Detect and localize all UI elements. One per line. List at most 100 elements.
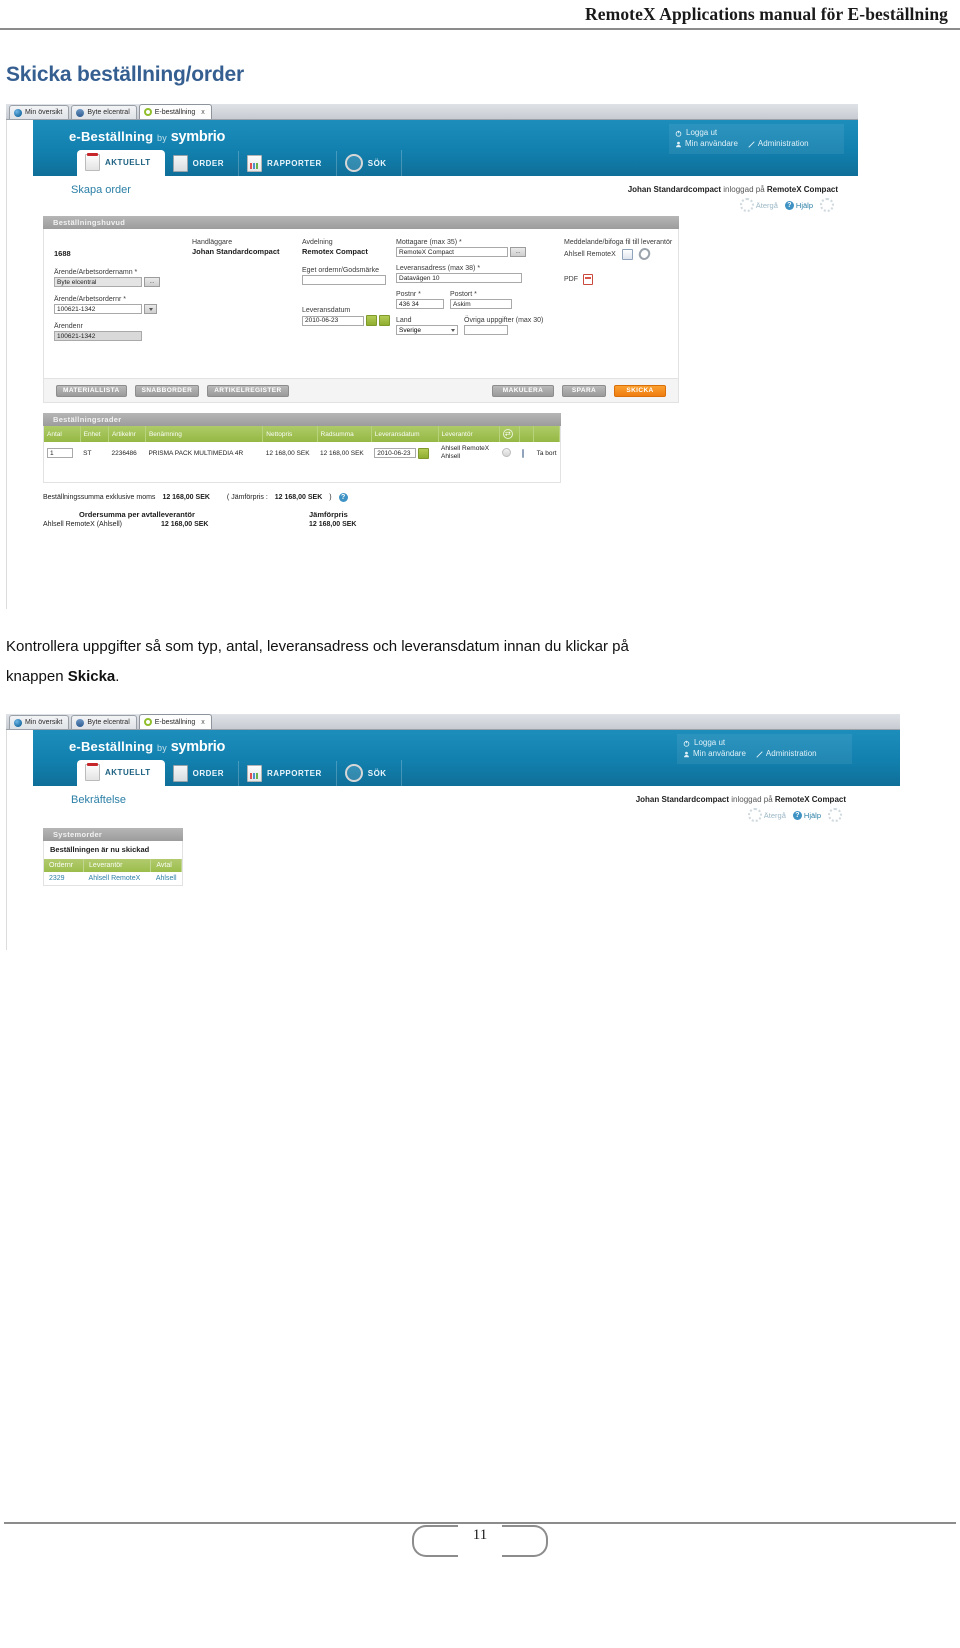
cell-artikelnr[interactable]: 2236486 xyxy=(108,442,146,464)
arendenr-dropdown-button[interactable] xyxy=(144,304,157,314)
cell-avtal[interactable]: Ahlsell xyxy=(150,872,182,885)
arendenr-input[interactable]: 100621-1342 xyxy=(54,304,142,314)
browser-tab-strip: Min översikt Byte elcentral E-beställnin… xyxy=(6,104,858,120)
snabborder-button[interactable]: SNABBORDER xyxy=(134,384,200,397)
help-link[interactable]: ? Hjälp xyxy=(784,200,813,210)
skicka-button[interactable]: SKICKA xyxy=(614,384,666,397)
cell-leverantor[interactable]: Ahlsell RemoteX xyxy=(83,872,151,885)
swap-supplier-icon[interactable]: ⇄ xyxy=(502,429,513,439)
my-users-link[interactable]: Min användare xyxy=(683,748,746,759)
tab-aktuellt[interactable]: AKTUELLT xyxy=(77,760,165,786)
close-icon[interactable]: x xyxy=(201,109,205,116)
help-bar-wrap: Ätergå ? Hjälp xyxy=(33,808,900,822)
antal-input[interactable]: 1 xyxy=(47,448,73,458)
swap-row-icon[interactable] xyxy=(502,447,512,457)
tab-aktuellt[interactable]: AKTUELLT xyxy=(77,150,165,176)
browser-tab-min-oversikt[interactable]: Min översikt xyxy=(9,105,70,119)
postnr-input[interactable]: 436 34 xyxy=(396,299,444,309)
ring-icon xyxy=(143,108,152,116)
logged-in-user: Johan Standardcompact xyxy=(635,795,730,804)
instruction-line-1: Kontrollera uppgifter så som typ, antal,… xyxy=(6,638,629,655)
logged-in-status: Johan Standardcompact inloggad på Remote… xyxy=(628,185,838,194)
browser-tab-label: Min översikt xyxy=(25,719,63,726)
totals-data-row: Ahlsell RemoteX (Ahlsell) 12 168,00 SEK … xyxy=(43,521,603,528)
back-link[interactable]: Ätergå xyxy=(739,198,778,212)
my-users-link[interactable]: Min användare xyxy=(675,138,738,149)
arendenamn-input[interactable]: Byte elcentral xyxy=(54,277,142,287)
systemorder-panel: Systemorder Beställningen är nu skickad … xyxy=(43,828,183,886)
cell-remove[interactable]: Ta bort xyxy=(533,442,560,464)
tab-rapporter[interactable]: RAPPORTER xyxy=(239,151,337,176)
cell-antal: 1 xyxy=(44,442,81,464)
tab-rapporter[interactable]: RAPPORTER xyxy=(239,761,337,786)
ovriga-input[interactable] xyxy=(464,325,508,335)
mottagare-browse-button[interactable]: ... xyxy=(510,247,526,257)
cell-leverantor[interactable]: Ahlsell RemoteX Ahlsell xyxy=(438,442,500,464)
help-label: Hjälp xyxy=(795,200,813,210)
browser-tab-byte-elcentral[interactable]: Byte elcentral xyxy=(71,105,137,119)
arendenr-label: Ärende/Arbetsordernr * xyxy=(54,296,126,303)
browser-tab-e-bestallning[interactable]: E-beställning x xyxy=(138,714,212,729)
help-bar-wrap: Ätergå ? Hjälp xyxy=(33,198,858,212)
question-mark-icon: ? xyxy=(792,810,802,820)
help-link[interactable]: ? Hjälp xyxy=(792,810,821,820)
settings-icon[interactable] xyxy=(820,198,834,212)
leveransdatum-input[interactable]: 2010-06-23 xyxy=(302,315,364,326)
browser-tab-label: E-beställning xyxy=(154,108,196,116)
postort-input[interactable]: Askim xyxy=(450,299,512,309)
paperclip-icon[interactable] xyxy=(636,246,653,262)
date-add-icon[interactable] xyxy=(379,315,390,326)
tab-order[interactable]: ORDER xyxy=(165,151,240,176)
totals-compare-close: ) xyxy=(329,494,332,501)
brand-main: e-Beställning xyxy=(69,129,154,144)
browser-tab-min-oversikt[interactable]: Min översikt xyxy=(9,715,70,729)
logout-row[interactable]: Logga ut xyxy=(683,737,846,748)
makulera-button[interactable]: MAKULERA xyxy=(492,384,554,397)
instruction-prefix: knappen xyxy=(6,668,68,685)
logout-row[interactable]: Logga ut xyxy=(675,127,838,138)
calendar-picker-icon[interactable] xyxy=(418,447,430,459)
arendenr2-input: 100621-1342 xyxy=(54,331,142,341)
tab-label: SÖK xyxy=(367,158,387,168)
cell-nettopris: 12 168,00 SEK xyxy=(262,442,318,464)
tab-sok[interactable]: SÖK xyxy=(337,150,402,176)
clipboard-icon xyxy=(172,155,188,172)
settings-icon[interactable] xyxy=(828,808,842,822)
edit-note-icon[interactable] xyxy=(621,248,633,260)
question-mark-icon[interactable]: ? xyxy=(338,493,348,502)
table-spacer-row xyxy=(44,464,560,482)
leveransadress-input[interactable]: Datavägen 10 xyxy=(396,273,522,283)
back-link[interactable]: Ätergå xyxy=(747,808,786,822)
cell-benamning: PRISMA PACK MULTIMEDIA 4R xyxy=(145,442,263,464)
administration-link[interactable]: Administration xyxy=(748,138,809,149)
app-header: e-Beställning by symbrio Logga ut Min an… xyxy=(33,730,900,786)
tab-order[interactable]: ORDER xyxy=(165,761,240,786)
browser-tab-byte-elcentral[interactable]: Byte elcentral xyxy=(71,715,137,729)
edit-note-icon[interactable] xyxy=(522,448,525,458)
col-icon1 xyxy=(519,426,535,442)
land-select[interactable]: Sverige xyxy=(396,325,458,335)
page-title-bar: Skapa order Johan Standardcompact inlogg… xyxy=(33,176,858,198)
land-label: Land xyxy=(396,317,412,324)
tab-sok[interactable]: SÖK xyxy=(337,760,402,786)
calendar-picker-icon[interactable] xyxy=(366,315,377,326)
artikelregister-button[interactable]: ARTIKELREGISTER xyxy=(207,384,289,397)
order-lines-table-wrap: Antal Enhet Artikelnr Benämning Nettopri… xyxy=(43,426,561,483)
close-icon[interactable]: x xyxy=(201,719,205,726)
eget-ordernr-input[interactable] xyxy=(302,275,386,285)
footer-divider xyxy=(4,1522,956,1524)
user-links-row: Min användare Administration xyxy=(675,138,838,149)
row-leveransdatum-input[interactable]: 2010-06-23 xyxy=(374,448,417,458)
administration-link[interactable]: Administration xyxy=(756,748,817,759)
cell-ordernr[interactable]: 2329 xyxy=(44,872,84,885)
totals-col2-head: Jämförpris xyxy=(309,510,348,519)
browser-tab-e-bestallning[interactable]: E-beställning x xyxy=(138,104,212,119)
spara-button[interactable]: SPARA xyxy=(562,384,606,397)
form-column-4: Mottagare (max 35) * RemoteX Compact ...… xyxy=(396,239,561,335)
instruction-line-2: knappen Skicka. xyxy=(6,662,936,692)
materiallista-button[interactable]: MATERIALLISTA xyxy=(56,384,127,397)
order-lines-panel: Beställningsrader Antal Enhet Artikelnr … xyxy=(43,413,561,483)
pdf-icon[interactable] xyxy=(583,274,593,285)
mottagare-input[interactable]: RemoteX Compact xyxy=(396,247,508,257)
arendenamn-browse-button[interactable]: ... xyxy=(144,277,160,287)
